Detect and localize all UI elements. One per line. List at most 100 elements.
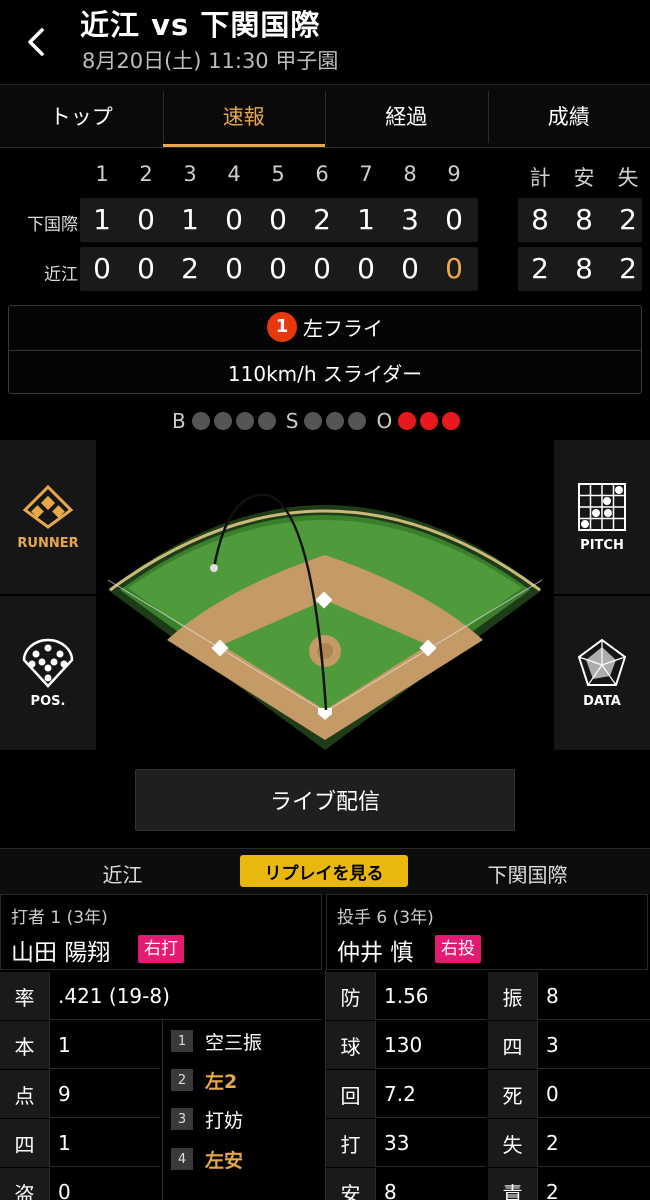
game-datetime: 8月20日(土) 11:30 甲子園 bbox=[82, 49, 339, 73]
strikes-label: S bbox=[285, 409, 299, 433]
score-cell: 0 bbox=[225, 203, 243, 236]
pitcher-stat-row: 振 8 bbox=[488, 972, 650, 1020]
at-bat-number: 2 bbox=[171, 1069, 193, 1091]
replay-button[interactable]: リプレイを見る bbox=[240, 855, 408, 887]
score-cell: 1 bbox=[357, 203, 375, 236]
positions-icon bbox=[22, 638, 74, 688]
at-bat-item: 4 左安 bbox=[171, 1144, 243, 1174]
ball-dot bbox=[191, 412, 210, 430]
stat-value: 3 bbox=[546, 1033, 559, 1057]
tab-stats[interactable]: 成績 bbox=[487, 85, 650, 147]
pitcher-stat-row: 球 130 bbox=[326, 1021, 486, 1069]
play-result-box: 1 左フライ 110km/h スライダー bbox=[8, 305, 642, 394]
score-cell: 2 bbox=[313, 203, 331, 236]
tab-live[interactable]: 速報 bbox=[162, 85, 326, 147]
total-errors-header: 失 bbox=[617, 166, 639, 190]
tab-team-visitor[interactable]: 下関国際 bbox=[405, 859, 650, 888]
stat-label: 回 bbox=[326, 1070, 376, 1118]
at-bat-result: 打妨 bbox=[205, 1109, 244, 1132]
score-cell: 1 bbox=[181, 203, 199, 236]
runner-button[interactable]: RUNNER bbox=[0, 440, 96, 594]
page-title: 近江 vs 下関国際 bbox=[80, 8, 321, 42]
at-bat-number: 4 bbox=[171, 1148, 193, 1170]
inning-header: 3 bbox=[183, 162, 197, 186]
stat-value: 1.56 bbox=[384, 984, 429, 1008]
total-hits-header: 安 bbox=[573, 166, 595, 190]
tab-team-home[interactable]: 近江 bbox=[0, 859, 245, 888]
score-cell: 0 bbox=[137, 252, 155, 285]
total-errors: 2 bbox=[619, 203, 637, 236]
total-runs: 2 bbox=[531, 252, 549, 285]
pitch-button[interactable]: PITCH bbox=[554, 440, 650, 594]
positions-button[interactable]: POS. bbox=[0, 596, 96, 750]
baseball-field-diagram bbox=[98, 440, 552, 750]
at-bat-item: 1 空三振 bbox=[171, 1026, 262, 1056]
stat-value: 1 bbox=[58, 1033, 71, 1057]
play-number-badge: 1 bbox=[267, 312, 297, 342]
pitcher-hand-badge: 右投 bbox=[435, 935, 481, 963]
main-tabs: トップ 速報 経過 成績 bbox=[0, 84, 650, 148]
at-bat-history: 1 空三振 2 左2 3 打妨 4 左安 bbox=[162, 1020, 324, 1200]
score-cell-current: 0 bbox=[445, 252, 463, 285]
field-view: RUNNER POS. PITCH DATA bbox=[0, 440, 650, 750]
score-cell: 0 bbox=[269, 203, 287, 236]
inning-header: 7 bbox=[359, 162, 373, 186]
runner-label: RUNNER bbox=[17, 535, 79, 551]
stat-label: 防 bbox=[326, 972, 376, 1020]
ball-dot bbox=[257, 412, 276, 430]
at-bat-number: 3 bbox=[171, 1108, 193, 1130]
header: 近江 vs 下関国際 8月20日(土) 11:30 甲子園 bbox=[0, 0, 650, 84]
score-cell: 1 bbox=[93, 203, 111, 236]
tab-top[interactable]: トップ bbox=[0, 85, 163, 147]
batter-stat-row: 盗 0 bbox=[0, 1168, 160, 1200]
batter-stat-row: 本 1 bbox=[0, 1021, 160, 1069]
pitch-label: PITCH bbox=[580, 537, 624, 553]
ball-dot bbox=[213, 412, 232, 430]
inning-header: 2 bbox=[139, 162, 153, 186]
batter-meta: 打者 1 (3年) bbox=[11, 908, 108, 928]
pitcher-stat-row: 失 2 bbox=[488, 1119, 650, 1167]
total-hits: 8 bbox=[575, 203, 593, 236]
score-cell: 0 bbox=[401, 252, 419, 285]
total-hits: 8 bbox=[575, 252, 593, 285]
stat-label: 安 bbox=[326, 1168, 376, 1200]
batter-hand-badge: 右打 bbox=[138, 935, 184, 963]
pitcher-name: 仲井 慎 bbox=[337, 940, 414, 966]
team-tabs: 近江 リプレイを見る 下関国際 bbox=[0, 848, 650, 894]
stat-label: 率 bbox=[0, 972, 50, 1020]
score-cell: 0 bbox=[313, 252, 331, 285]
batter-panel[interactable]: 打者 1 (3年) 山田 陽翔 右打 bbox=[0, 894, 322, 970]
stat-label: 打 bbox=[326, 1119, 376, 1167]
stat-value: 8 bbox=[384, 1180, 397, 1200]
team-name-visitor: 下国際 bbox=[27, 215, 78, 235]
strike-dot bbox=[326, 412, 345, 430]
total-runs-header: 計 bbox=[529, 166, 551, 190]
stat-label: 四 bbox=[0, 1119, 50, 1167]
divider bbox=[9, 350, 641, 351]
at-bat-number: 1 bbox=[171, 1030, 193, 1052]
pitcher-panel[interactable]: 投手 6 (3年) 仲井 慎 右投 bbox=[326, 894, 648, 970]
play-result: 左フライ bbox=[303, 316, 383, 341]
runner-icon bbox=[22, 484, 74, 529]
stat-label: 振 bbox=[488, 972, 538, 1020]
pitcher-stat-row: 打 33 bbox=[326, 1119, 486, 1167]
total-errors: 2 bbox=[619, 252, 637, 285]
tab-progress[interactable]: 経過 bbox=[325, 85, 488, 147]
score-cell: 0 bbox=[137, 203, 155, 236]
live-stream-button[interactable]: ライブ配信 bbox=[135, 769, 515, 831]
out-dot bbox=[442, 412, 461, 430]
stat-label: 本 bbox=[0, 1021, 50, 1069]
at-bat-result: 空三振 bbox=[205, 1031, 263, 1054]
data-button[interactable]: DATA bbox=[554, 596, 650, 750]
score-cell: 0 bbox=[357, 252, 375, 285]
scoreboard: 1 2 3 4 5 6 7 8 9 計 安 失 下国際 1 0 1 0 0 2 … bbox=[0, 150, 650, 300]
stat-label: 死 bbox=[488, 1070, 538, 1118]
back-arrow-icon[interactable] bbox=[18, 22, 54, 62]
stat-label: 点 bbox=[0, 1070, 50, 1118]
pitch-info: 110km/h スライダー bbox=[227, 362, 423, 386]
stat-value: 8 bbox=[546, 984, 559, 1008]
inning-header: 4 bbox=[227, 162, 241, 186]
at-bat-item: 3 打妨 bbox=[171, 1104, 243, 1134]
inning-header: 8 bbox=[403, 162, 417, 186]
out-dot bbox=[398, 412, 417, 430]
